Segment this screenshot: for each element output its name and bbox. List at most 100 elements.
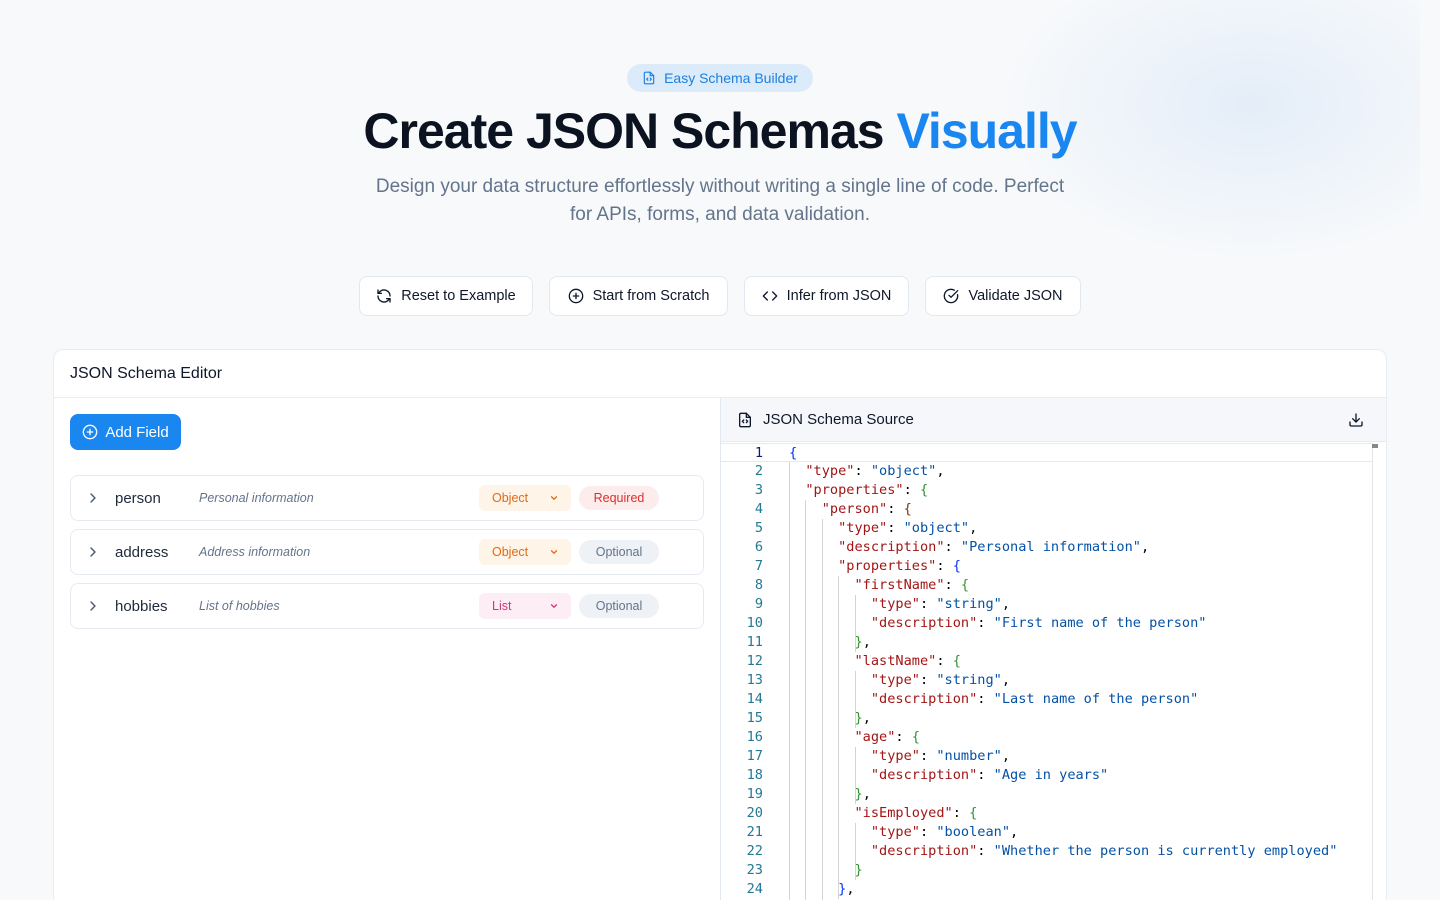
code-text: "properties": { (805, 482, 929, 498)
code-line[interactable]: 19 }, (721, 785, 1373, 804)
line-number: 5 (754, 520, 763, 536)
code-line[interactable]: 13 "type": "string", (721, 671, 1373, 690)
code-text: "description": "First name of the person… (870, 615, 1207, 631)
indent-guide (821, 519, 823, 900)
line-number: 7 (754, 558, 763, 574)
chevron-right-icon[interactable] (85, 598, 101, 614)
code-line[interactable]: 4 "person": { (721, 500, 1373, 519)
plus-circle-icon (82, 424, 98, 440)
code-line[interactable]: 11 }, (721, 633, 1373, 652)
field-type-select[interactable]: Object (479, 539, 571, 565)
line-number: 1 (754, 445, 763, 461)
field-description: Personal information (199, 491, 314, 505)
chevron-down-icon (550, 550, 558, 554)
add-field-label: Add Field (105, 423, 169, 441)
hero-badge-label: Easy Schema Builder (664, 70, 798, 86)
code-line[interactable]: 8 "firstName": { (721, 576, 1373, 595)
code-line[interactable]: 2 "type": "object", (721, 462, 1373, 481)
infer-from-json-button[interactable]: Infer from JSON (744, 276, 909, 316)
code-line[interactable]: 24 }, (721, 880, 1373, 899)
line-number: 11 (746, 634, 763, 650)
validate-json-label: Validate JSON (968, 288, 1063, 304)
code-text: }, (854, 710, 871, 726)
schema-editor-title: JSON Schema Editor (54, 350, 1386, 398)
line-number: 19 (746, 786, 763, 802)
field-description: List of hobbies (199, 599, 280, 613)
add-field-button[interactable]: Add Field (70, 414, 181, 450)
line-number: 9 (754, 596, 763, 612)
line-number: 3 (754, 482, 763, 498)
code-line[interactable]: 1{ (721, 443, 1373, 462)
editor-scrollbar[interactable] (1372, 443, 1373, 900)
code-line[interactable]: 20 "isEmployed": { (721, 804, 1373, 823)
code-line[interactable]: 14 "description": "Last name of the pers… (721, 690, 1373, 709)
code-line[interactable]: 22 "description": "Whether the person is… (721, 842, 1373, 861)
start-from-scratch-label: Start from Scratch (592, 288, 710, 304)
file-code-icon (739, 412, 751, 427)
start-from-scratch-button[interactable]: Start from Scratch (549, 276, 728, 316)
code-line[interactable]: 6 "description": "Personal information", (721, 538, 1373, 557)
indent-guide (838, 576, 840, 899)
code-text: "description": "Whether the person is cu… (870, 843, 1338, 859)
code-line[interactable]: 21 "type": "boolean", (721, 823, 1373, 842)
code-text: }, (854, 634, 871, 650)
field-type-value: List (492, 599, 512, 613)
code-text: "properties": { (838, 558, 961, 574)
page-title-accent: Visually (896, 103, 1077, 159)
code-line[interactable]: 9 "type": "string", (721, 595, 1373, 614)
line-number: 20 (746, 805, 763, 821)
indent-guide (854, 671, 856, 728)
code-line[interactable]: 15 }, (721, 709, 1373, 728)
field-status-badge[interactable]: Optional (579, 594, 659, 618)
chevron-right-icon[interactable] (85, 544, 101, 560)
field-row-person[interactable]: person Personal information Object Requi… (70, 475, 704, 521)
validate-json-button[interactable]: Validate JSON (925, 276, 1081, 316)
line-number: 10 (746, 615, 763, 631)
line-number: 13 (746, 672, 763, 688)
field-status-badge[interactable]: Optional (579, 540, 659, 564)
download-icon[interactable] (1348, 412, 1364, 428)
line-number: 17 (746, 748, 763, 764)
field-row-hobbies[interactable]: hobbies List of hobbies List Optional (70, 583, 704, 629)
code-editor[interactable]: 1{2 "type": "object", 3 "properties": {4 … (721, 443, 1386, 900)
field-description: Address information (199, 545, 311, 559)
field-type-value: Object (492, 491, 529, 505)
code-line[interactable]: 23 } (721, 861, 1373, 880)
code-icon (762, 291, 777, 301)
code-line[interactable]: 16 "age": { (721, 728, 1373, 747)
field-type-select[interactable]: List (479, 593, 571, 619)
json-source-title: JSON Schema Source (763, 411, 914, 428)
field-type-value: Object (492, 545, 529, 559)
chevron-right-icon[interactable] (85, 490, 101, 506)
code-text: }, (854, 786, 871, 802)
line-number: 12 (746, 653, 763, 669)
reset-to-example-button[interactable]: Reset to Example (359, 276, 533, 316)
line-number: 6 (754, 539, 763, 555)
hero-badge: Easy Schema Builder (627, 64, 813, 92)
chevron-down-icon (550, 496, 558, 500)
indent-guide (854, 595, 856, 652)
code-text: { (789, 445, 798, 461)
field-row-address[interactable]: address Address information Object Optio… (70, 529, 704, 575)
code-line[interactable]: 3 "properties": { (721, 481, 1373, 500)
editor-scroll-thumb[interactable] (1372, 444, 1378, 448)
line-number: 16 (746, 729, 763, 745)
code-line[interactable]: 10 "description": "First name of the per… (721, 614, 1373, 633)
code-line[interactable]: 5 "type": "object", (721, 519, 1373, 538)
json-source-panel: JSON Schema Source 1{2 "type": "object",… (720, 398, 1386, 900)
field-type-select[interactable]: Object (479, 485, 571, 511)
code-text: "description": "Personal information", (838, 539, 1150, 555)
code-line[interactable]: 7 "properties": { (721, 557, 1373, 576)
code-line[interactable]: 18 "description": "Age in years" (721, 766, 1373, 785)
indent-guide (854, 823, 856, 880)
indent-guide (789, 462, 790, 900)
line-number: 14 (746, 691, 763, 707)
schema-editor-panel: JSON Schema Editor Add Field person Pers… (53, 349, 1387, 900)
code-line[interactable]: 12 "lastName": { (721, 652, 1373, 671)
code-text: } (854, 862, 863, 878)
json-source-header: JSON Schema Source (721, 398, 1386, 442)
chevron-down-icon (550, 604, 558, 608)
code-text: "type": "object", (838, 520, 978, 536)
code-line[interactable]: 17 "type": "number", (721, 747, 1373, 766)
field-status-badge[interactable]: Required (579, 486, 659, 510)
